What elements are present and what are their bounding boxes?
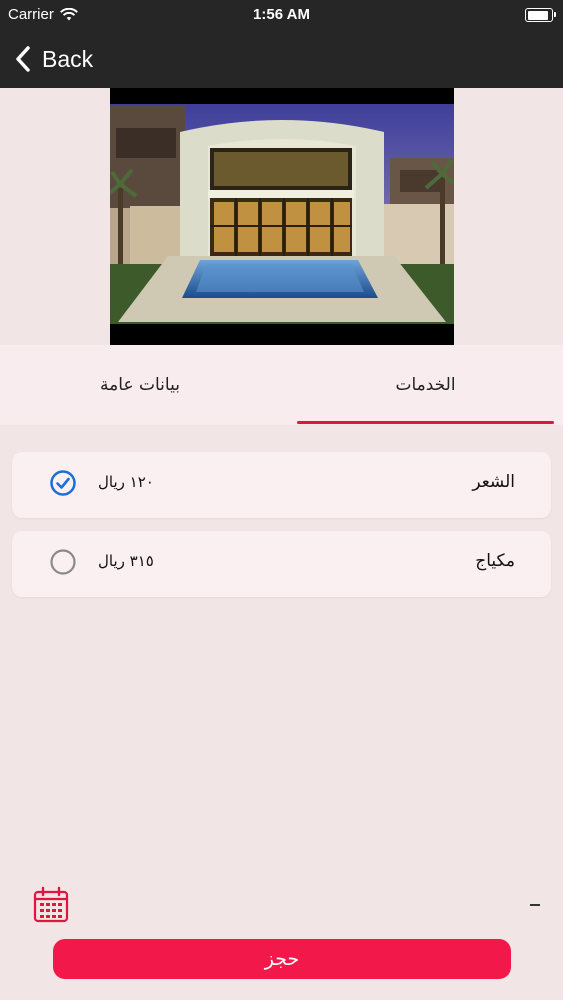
tab-services[interactable]: الخدمات [297, 345, 554, 425]
divider-dash [530, 904, 540, 906]
battery-icon [525, 8, 556, 22]
back-label: Back [42, 45, 94, 72]
service-name: مكياج [475, 551, 515, 571]
service-price: ٣١٥ ريال [98, 552, 154, 570]
chevron-left-icon [16, 46, 30, 72]
tab-general-info[interactable]: بيانات عامة [0, 345, 280, 425]
service-row-makeup[interactable]: ٣١٥ ريال مكياج [12, 531, 551, 597]
navigation-bar: Back [0, 30, 563, 88]
radio-unchecked-icon[interactable] [50, 549, 76, 575]
status-time: 1:56 AM [253, 6, 310, 23]
calendar-icon[interactable] [32, 886, 70, 924]
service-name: الشعر [472, 472, 515, 492]
status-bar: Carrier 1:56 AM [0, 0, 563, 30]
tab-active-indicator [297, 421, 554, 424]
service-row-hair[interactable]: ١٢٠ ريال الشعر [12, 452, 551, 518]
back-button[interactable]: Back [14, 40, 93, 78]
book-button[interactable]: حجز [53, 939, 511, 979]
radio-checked-icon[interactable] [50, 470, 76, 496]
venue-photo [110, 88, 454, 345]
tab-bar: بيانات عامة الخدمات [0, 345, 563, 425]
service-price: ١٢٠ ريال [98, 473, 154, 491]
